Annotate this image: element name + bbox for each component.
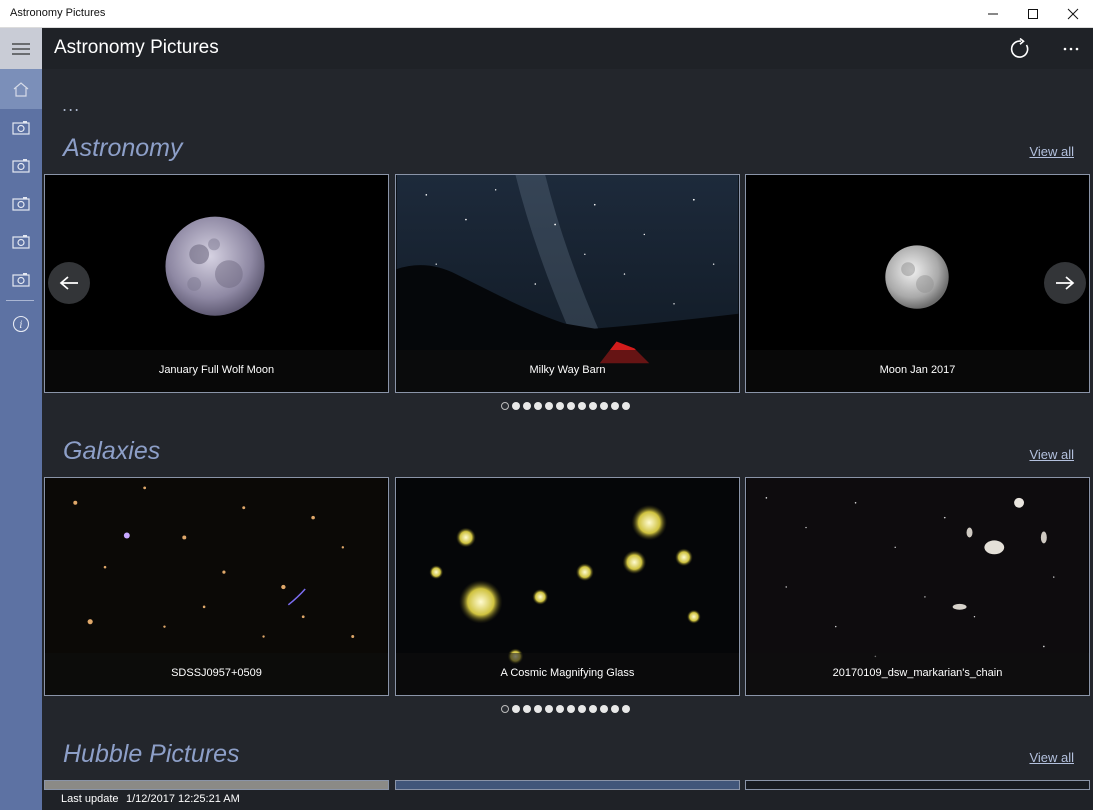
- camera-icon: [12, 234, 30, 249]
- carousel-dot[interactable]: [578, 705, 586, 713]
- last-update-label: Last update: [61, 793, 119, 805]
- camera-icon: [12, 158, 30, 173]
- camera-icon: [12, 120, 30, 135]
- info-icon: i: [12, 315, 30, 333]
- tile-galaxies-3[interactable]: 20170109_dsw_markarian's_chain: [745, 477, 1090, 696]
- top-ellipsis: ...: [62, 96, 81, 115]
- carousel-dot[interactable]: [600, 402, 608, 410]
- more-icon: [1063, 47, 1079, 51]
- nav-rail: i: [0, 28, 42, 810]
- tile-hubble-2[interactable]: [395, 780, 740, 790]
- carousel-dot[interactable]: [589, 705, 597, 713]
- nav-divider: [6, 300, 34, 301]
- page-title: Astronomy Pictures: [54, 37, 219, 58]
- tile-hubble-3[interactable]: [745, 780, 1090, 790]
- carousel-dot[interactable]: [600, 705, 608, 713]
- carousel-dots-astronomy: [501, 402, 630, 410]
- section-title-astronomy: Astronomy: [63, 134, 183, 162]
- refresh-button[interactable]: [1005, 34, 1035, 64]
- carousel-dot[interactable]: [556, 705, 564, 713]
- nav-hubble[interactable]: [0, 184, 42, 222]
- carousel-dot[interactable]: [556, 402, 564, 410]
- svg-text:i: i: [19, 320, 22, 331]
- carousel-dot[interactable]: [512, 705, 520, 713]
- last-update-value: 1/12/2017 12:25:21 AM: [126, 793, 240, 805]
- tile-caption: SDSSJ0957+0509: [45, 653, 388, 695]
- view-all-galaxies-link[interactable]: View all: [1029, 447, 1074, 462]
- carousel-dot[interactable]: [611, 705, 619, 713]
- section-title-hubble: Hubble Pictures: [63, 740, 240, 768]
- carousel-dot[interactable]: [501, 402, 509, 410]
- carousel-dot[interactable]: [622, 705, 630, 713]
- tile-astronomy-2[interactable]: Milky Way Barn: [395, 174, 740, 393]
- app-header: Astronomy Pictures: [42, 28, 1093, 69]
- tile-galaxies-2[interactable]: A Cosmic Magnifying Glass: [395, 477, 740, 696]
- minimize-icon: [988, 13, 998, 15]
- arrow-right-icon: [1056, 276, 1075, 290]
- carousel-dot[interactable]: [501, 705, 509, 713]
- tile-astronomy-1[interactable]: January Full Wolf Moon: [44, 174, 389, 393]
- hamburger-button[interactable]: [0, 28, 42, 69]
- tile-hubble-1[interactable]: [44, 780, 389, 790]
- refresh-icon: [1010, 38, 1029, 58]
- carousel-dot[interactable]: [512, 402, 520, 410]
- carousel-next-button[interactable]: [1044, 262, 1086, 304]
- nav-galaxies[interactable]: [0, 146, 42, 184]
- nav-about[interactable]: i: [0, 305, 42, 343]
- carousel-dot[interactable]: [622, 402, 630, 410]
- nav-home[interactable]: [0, 69, 42, 109]
- carousel-dot[interactable]: [523, 705, 531, 713]
- carousel-dot[interactable]: [611, 402, 619, 410]
- tile-caption: Milky Way Barn: [396, 350, 739, 392]
- maximize-button[interactable]: [1013, 0, 1053, 28]
- tile-caption: 20170109_dsw_markarian's_chain: [746, 653, 1089, 695]
- tile-galaxies-1[interactable]: SDSSJ0957+0509: [44, 477, 389, 696]
- more-options-button[interactable]: [1056, 34, 1086, 64]
- tile-caption: A Cosmic Magnifying Glass: [396, 653, 739, 695]
- window-title: Astronomy Pictures: [10, 7, 106, 19]
- carousel-dot[interactable]: [578, 402, 586, 410]
- camera-icon: [12, 272, 30, 287]
- tile-caption: January Full Wolf Moon: [45, 350, 388, 392]
- carousel-dot[interactable]: [545, 705, 553, 713]
- window-title-bar: Astronomy Pictures: [0, 0, 1093, 28]
- carousel-dot[interactable]: [534, 705, 542, 713]
- arrow-left-icon: [59, 276, 78, 290]
- carousel-dot[interactable]: [545, 402, 553, 410]
- tile-astronomy-3[interactable]: Moon Jan 2017: [745, 174, 1090, 393]
- carousel-dot[interactable]: [534, 402, 542, 410]
- camera-icon: [12, 196, 30, 211]
- status-bar: Last update 1/12/2017 12:25:21 AM: [42, 790, 1093, 810]
- minimize-button[interactable]: [973, 0, 1013, 28]
- carousel-dot[interactable]: [523, 402, 531, 410]
- nav-astronomy[interactable]: [0, 108, 42, 146]
- section-title-galaxies: Galaxies: [63, 437, 161, 465]
- carousel-prev-button[interactable]: [48, 262, 90, 304]
- tile-caption: Moon Jan 2017: [746, 350, 1089, 392]
- view-all-hubble-link[interactable]: View all: [1029, 750, 1074, 765]
- carousel-dot[interactable]: [567, 705, 575, 713]
- nav-section-5[interactable]: [0, 260, 42, 298]
- view-all-astronomy-link[interactable]: View all: [1029, 144, 1074, 159]
- home-icon: [13, 82, 29, 97]
- maximize-icon: [1028, 9, 1038, 19]
- close-button[interactable]: [1053, 0, 1093, 28]
- close-icon: [1067, 8, 1079, 20]
- hamburger-icon: [12, 42, 30, 55]
- carousel-dots-galaxies: [501, 705, 630, 713]
- carousel-dot[interactable]: [589, 402, 597, 410]
- carousel-dot[interactable]: [567, 402, 575, 410]
- nav-section-4[interactable]: [0, 222, 42, 260]
